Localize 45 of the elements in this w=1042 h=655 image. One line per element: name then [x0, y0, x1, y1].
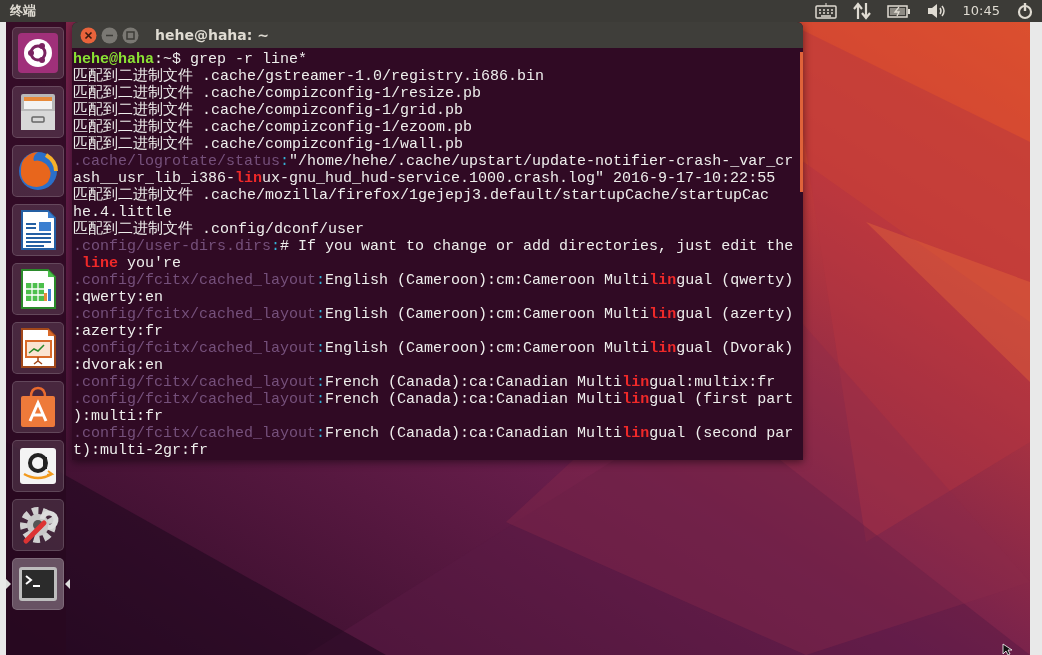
scrollbar[interactable] [800, 52, 803, 192]
terminal-line: 匹配到二进制文件 .config/dconf/user [73, 221, 366, 238]
focus-indicator [65, 579, 70, 589]
mouse-pointer-icon [1002, 643, 1014, 655]
terminal-line: 匹配到二进制文件 .cache/compizconfig-1/resize.pb [73, 85, 483, 102]
terminal-line: t):multi-2gr:fr [73, 442, 210, 459]
terminal-line: 匹配到二进制文件 .cache/gstreamer-1.0/registry.i686.bin [73, 68, 546, 85]
window-title: hehe@haha: ~ [155, 25, 269, 45]
launcher-item[interactable] [12, 86, 64, 138]
terminal-line: line you're [81, 255, 183, 272]
keyboard-icon[interactable] [814, 3, 837, 19]
clock[interactable]: 10:45 [962, 1, 1000, 21]
terminal-line: .config/fcitx/cached_layout:English (Cameroon):cm:Cameroon Multilingual (azerty) [73, 306, 789, 323]
battery-icon[interactable] [886, 4, 911, 18]
power-icon[interactable] [1016, 2, 1034, 20]
launcher-item[interactable] [12, 440, 64, 492]
terminal-line: ):multi:fr [73, 408, 164, 425]
launcher-item[interactable] [12, 499, 64, 551]
running-indicator [6, 579, 11, 589]
terminal-line: hehe@haha:~$ grep -r line* [73, 51, 309, 68]
terminal-line: ash__usr_lib_i386-linux-gnu_hud_hud-service.1000.crash.log" 2016-9-17-10:22:55 [73, 170, 777, 187]
launcher-item[interactable] [12, 381, 64, 433]
launcher-item[interactable] [12, 27, 64, 79]
terminal-line: :qwerty:en [73, 289, 164, 306]
launcher-item[interactable] [12, 204, 64, 256]
terminal-line: 匹配到二进制文件 .cache/compizconfig-1/grid.pb [73, 102, 465, 119]
minimize-button[interactable] [101, 26, 118, 44]
terminal-line: :dvorak:en [73, 357, 164, 374]
terminal-line: .config/fcitx/cached_layout:English (Cameroon):cm:Cameroon Multilingual (qwerty) [73, 272, 789, 289]
terminal-line: .config/fcitx/cached_layout:English (Cameroon):cm:Cameroon Multilingual (Dvorak) [73, 340, 789, 357]
ubuntu-logo-icon [16, 31, 60, 75]
close-button[interactable] [80, 26, 97, 44]
volume-icon[interactable] [926, 3, 947, 19]
launcher-item[interactable] [12, 263, 64, 315]
terminal-line: 匹配到二进制文件 .cache/compizconfig-1/ezoom.pb [73, 119, 474, 136]
app-title: 终端 [9, 2, 36, 21]
terminal-line: :azerty:fr [73, 323, 164, 340]
terminal-line: 匹配到二进制文件 .cache/mozilla/firefox/1gejepj3.default/startupCache/startupCac [73, 187, 771, 204]
network-arrows-icon[interactable] [852, 2, 871, 20]
terminal-line: .config/fcitx/cached_layout:French (Canada):ca:Canadian Multilingual:multix:fr [73, 374, 777, 391]
terminal-line: he.4.little [73, 204, 173, 221]
terminal-line: 匹配到二进制文件 .cache/compizconfig-1/wall.pb [73, 136, 465, 153]
launcher-item[interactable] [12, 145, 64, 197]
launcher-item[interactable] [12, 322, 64, 374]
maximize-button[interactable] [122, 26, 139, 44]
